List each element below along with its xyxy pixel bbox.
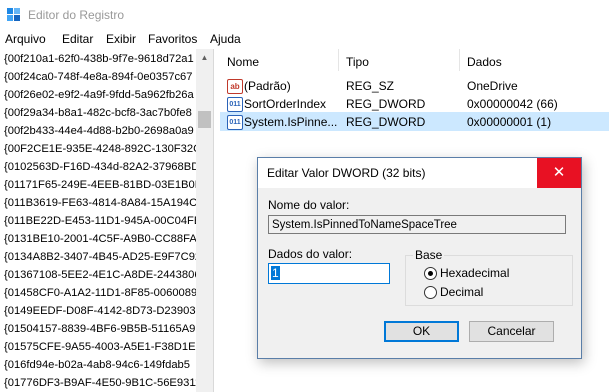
close-icon[interactable]: ✕ bbox=[537, 158, 581, 188]
tree-item[interactable]: {0102563D-F16D-434d-82A2-37968BD bbox=[4, 161, 199, 173]
dialog-title-bar[interactable]: Editar Valor DWORD (32 bits) ✕ bbox=[258, 158, 581, 188]
value-type: REG_DWORD bbox=[346, 115, 426, 129]
tree-item[interactable]: {01575CFE-9A55-4003-A5E1-F38D1EE bbox=[4, 341, 203, 353]
tree-item[interactable]: {00f26e02-e9f2-4a9f-9fdd-5a962fb26a bbox=[4, 89, 194, 101]
tree-item[interactable]: {00f24ca0-748f-4e8a-894f-0e0357c67 bbox=[4, 71, 192, 83]
decimal-radio[interactable] bbox=[424, 286, 437, 299]
binary-value-icon: 011 bbox=[227, 97, 243, 112]
value-data: 0x00000001 (1) bbox=[467, 115, 552, 129]
menu-favoritos[interactable]: Favoritos bbox=[148, 32, 197, 46]
value-type: REG_SZ bbox=[346, 79, 395, 93]
window-title: Editor do Registro bbox=[28, 8, 125, 22]
decimal-label[interactable]: Decimal bbox=[440, 285, 483, 299]
key-tree[interactable]: {00f210a1-62f0-438b-9f7e-9618d72a1 {00f2… bbox=[0, 49, 214, 392]
hexadecimal-radio[interactable] bbox=[424, 267, 437, 280]
tree-item[interactable]: {0149EEDF-D08F-4142-8D73-D23903D bbox=[4, 305, 204, 317]
value-data: OneDrive bbox=[467, 79, 518, 93]
column-separator[interactable] bbox=[338, 49, 339, 71]
menu-arquivo[interactable]: Arquivo bbox=[5, 32, 46, 46]
column-separator[interactable] bbox=[459, 49, 460, 71]
tree-item[interactable]: {011B3619-FE63-4814-8A84-15A194C bbox=[4, 197, 197, 209]
column-header-name[interactable]: Nome bbox=[227, 55, 259, 69]
tree-item[interactable]: {00f210a1-62f0-438b-9f7e-9618d72a1 bbox=[4, 53, 194, 65]
registry-editor-icon bbox=[7, 8, 20, 21]
tree-item[interactable]: {01171F65-249E-4EEB-81BD-03E1B0FA bbox=[4, 179, 208, 191]
tree-item[interactable]: {01458CF0-A1A2-11D1-8F85-0060089 bbox=[4, 287, 197, 299]
value-name: (Padrão) bbox=[244, 79, 291, 93]
value-name: System.IsPinne... bbox=[244, 115, 338, 129]
scroll-up-arrow-icon[interactable]: ▲ bbox=[196, 49, 213, 66]
cancel-button[interactable]: Cancelar bbox=[469, 321, 554, 342]
value-name-field: System.IsPinnedToNameSpaceTree bbox=[268, 215, 566, 234]
value-data: 0x00000042 (66) bbox=[467, 97, 558, 111]
tree-item[interactable]: {01367108-5EE2-4E1C-A8DE-2443806 bbox=[4, 269, 201, 281]
edit-dword-dialog: Editar Valor DWORD (32 bits) ✕ Nome do v… bbox=[257, 157, 582, 359]
menu-editar[interactable]: Editar bbox=[62, 32, 93, 46]
tree-item[interactable]: {00f29a34-b8a1-482c-bcf8-3ac7b0fe8 bbox=[4, 107, 192, 119]
menu-ajuda[interactable]: Ajuda bbox=[210, 32, 241, 46]
binary-value-icon: 011 bbox=[227, 115, 243, 130]
value-data-label: Dados do valor: bbox=[268, 247, 353, 261]
value-name-label: Nome do valor: bbox=[268, 198, 350, 212]
tree-item[interactable]: {0131BE10-2001-4C5F-A9B0-CC88FAI bbox=[4, 233, 200, 245]
value-data-input[interactable]: 1 bbox=[268, 263, 390, 284]
title-bar: Editor do Registro bbox=[0, 0, 609, 30]
dialog-title: Editar Valor DWORD (32 bits) bbox=[267, 166, 426, 180]
ok-button[interactable]: OK bbox=[384, 321, 459, 342]
value-type: REG_DWORD bbox=[346, 97, 426, 111]
value-name: SortOrderIndex bbox=[244, 97, 327, 111]
hexadecimal-label[interactable]: Hexadecimal bbox=[440, 266, 509, 280]
tree-item[interactable]: {00f2b433-44e4-4d88-b2b0-2698a0a9 bbox=[4, 125, 194, 137]
value-data-text: 1 bbox=[271, 266, 280, 280]
column-header-type[interactable]: Tipo bbox=[346, 55, 369, 69]
string-value-icon: ab bbox=[227, 79, 243, 94]
value-row[interactable]: 011 SortOrderIndex REG_DWORD 0x00000042 … bbox=[220, 94, 609, 113]
tree-item[interactable]: {01504157-8839-4BF6-9B5B-51165A9 bbox=[4, 323, 195, 335]
scroll-thumb[interactable] bbox=[198, 111, 211, 128]
menu-bar: Arquivo Editar Exibir Favoritos Ajuda bbox=[0, 30, 609, 49]
tree-scrollbar[interactable]: ▲ bbox=[196, 49, 213, 392]
base-groupbox: Base Hexadecimal Decimal bbox=[405, 248, 573, 306]
tree-item[interactable]: {01776DF3-B9AF-4E50-9B1C-56E9311 bbox=[4, 377, 201, 389]
value-row-selected[interactable]: 011 System.IsPinne... REG_DWORD 0x000000… bbox=[220, 112, 609, 131]
value-row[interactable]: ab (Padrão) REG_SZ OneDrive bbox=[220, 76, 609, 95]
tree-item[interactable]: {0134A8B2-3407-4B45-AD25-E9F7C92 bbox=[4, 251, 201, 263]
menu-exibir[interactable]: Exibir bbox=[106, 32, 136, 46]
base-label: Base bbox=[413, 248, 445, 262]
column-header-data[interactable]: Dados bbox=[467, 55, 502, 69]
tree-item[interactable]: {011BE22D-E453-11D1-945A-00C04FE bbox=[4, 215, 201, 227]
tree-item[interactable]: {00F2CE1E-935E-4248-892C-130F32C4 bbox=[4, 143, 207, 155]
tree-item[interactable]: {016fd94e-b02a-4ab8-94c6-149fdab5 bbox=[4, 359, 190, 371]
